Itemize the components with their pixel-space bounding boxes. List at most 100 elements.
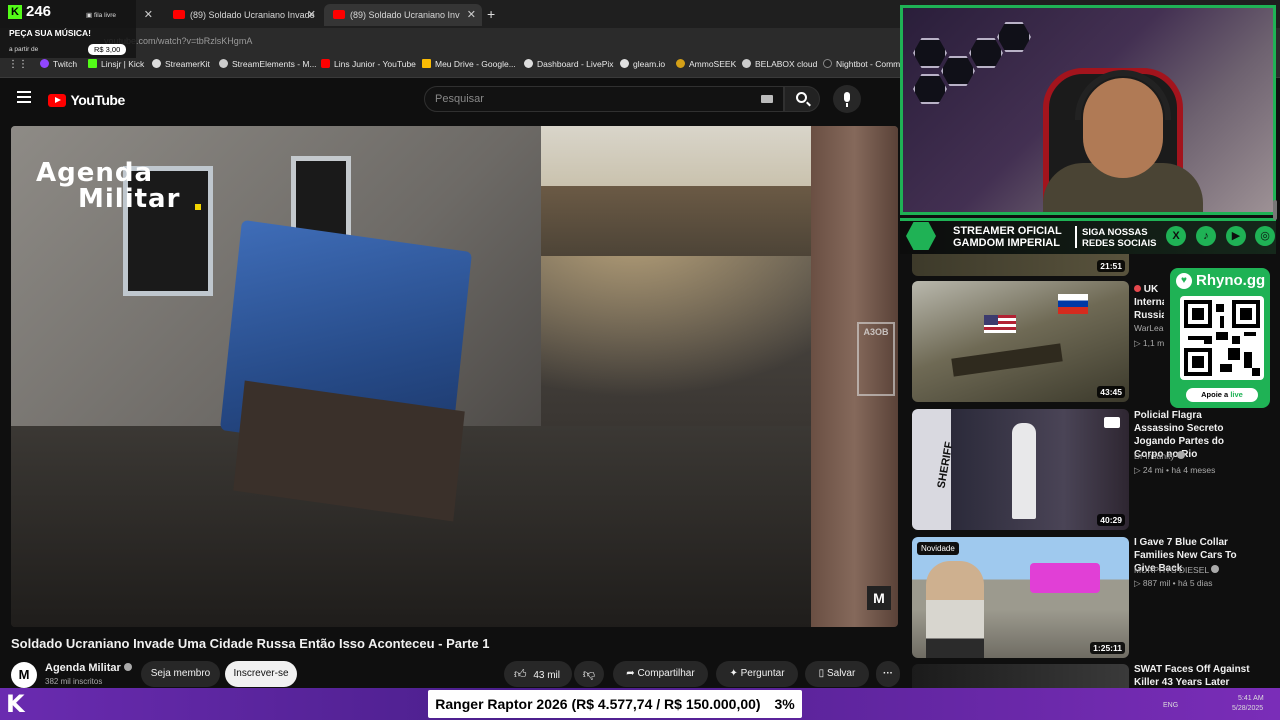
search-input[interactable]: Pesquisar <box>424 86 784 112</box>
channel-avatar[interactable]: M <box>11 662 37 688</box>
verified-icon <box>123 663 132 671</box>
bookmark-label: BELABOX cloud <box>755 59 818 69</box>
bookmark-kick[interactable]: Linsjr | Kick <box>88 59 144 69</box>
close-tab-icon[interactable]: ✕ <box>144 4 153 26</box>
search-button[interactable] <box>784 86 820 112</box>
voice-search-button[interactable] <box>833 85 861 113</box>
us-flag-icon <box>984 315 1016 333</box>
bookmark-drive[interactable]: Meu Drive - Google... <box>422 59 516 69</box>
tab-label: (89) Soldado Ucraniano Invade <box>190 10 315 20</box>
bookmark-belabox[interactable]: BELABOX cloud <box>742 59 817 69</box>
bookmark-label: gleam.io <box>633 59 666 69</box>
tiktok-social-icon: ♪ <box>1196 226 1216 246</box>
yellow-dot <box>195 204 201 210</box>
related-channel[interactable]: WarLea <box>1134 323 1164 333</box>
more-actions-button[interactable]: ··· <box>876 661 900 687</box>
related-thumbnail[interactable]: SHERIFF 40:29 <box>912 409 1129 530</box>
keyboard-icon[interactable] <box>761 95 773 103</box>
bookmark-nightbot[interactable]: Nightbot - Comm <box>823 59 900 69</box>
related-channel[interactable]: Dr Insanity <box>1134 451 1185 461</box>
bookmark-ammoseek[interactable]: AmmoSEEK <box>676 59 736 69</box>
google-drive-icon <box>422 59 431 68</box>
video-title: Soldado Ucraniano Invade Uma Cidade Russ… <box>11 636 490 651</box>
bookmark-gleam[interactable]: gleam.io <box>620 59 665 69</box>
banner-follow2: REDES SOCIAIS <box>1082 238 1157 249</box>
qr-code[interactable] <box>1180 296 1264 380</box>
streamelements-icon <box>219 59 228 68</box>
bookmark-twitch[interactable]: Twitch <box>40 59 77 69</box>
streamer-webcam <box>900 5 1276 215</box>
duration-badge: 40:29 <box>1097 514 1125 526</box>
related-thumbnail[interactable]: 43:45 <box>912 281 1129 402</box>
viewer-count: 246 <box>26 3 52 20</box>
hex-shelf <box>913 74 947 104</box>
close-tab-icon[interactable]: ✕ <box>467 4 476 26</box>
apps-grid-icon[interactable]: ⋮⋮ <box>8 59 28 70</box>
subscribe-button[interactable]: Inscrever-se <box>225 661 297 687</box>
banner-line2: GAMDOM IMPERIAL <box>953 237 1060 249</box>
related-thumbnail[interactable]: 21:51 <box>912 254 1129 276</box>
like-count: 43 mil <box>533 670 561 681</box>
browser-tab-active[interactable]: (89) Soldado Ucraniano Inv ✕ <box>324 4 482 26</box>
instagram-social-icon: ◎ <box>1255 226 1275 246</box>
related-channel[interactable]: MURPHYS DIESEL <box>1134 565 1220 575</box>
heart-icon: ♥ <box>1176 273 1192 289</box>
hex-shelf <box>969 38 1003 68</box>
banner-divider <box>1075 226 1077 248</box>
bookmark-label: Nightbot - Comm <box>836 59 901 69</box>
livepix-icon <box>524 59 533 68</box>
dislike-button[interactable]: 👎︎ <box>574 661 604 687</box>
menu-hamburger-icon[interactable] <box>17 91 31 103</box>
fila-label: fila livre <box>93 12 116 19</box>
join-button[interactable]: Seja membro <box>141 661 220 687</box>
browser-tab-2[interactable]: (89) Soldado Ucraniano Invade ✕ <box>164 4 322 26</box>
bookmark-label: Dashboard - LivePix <box>537 59 614 69</box>
channel-name[interactable]: Agenda Militar <box>45 662 132 674</box>
cta-word: live <box>1230 390 1243 399</box>
video-player[interactable]: Agenda Militar A3OB M <box>11 126 898 627</box>
related-thumbnail[interactable]: Novidade 1:25:11 <box>912 537 1129 658</box>
nightbot-icon <box>823 59 832 68</box>
related-thumbnail[interactable] <box>912 664 1129 688</box>
live-dot-icon <box>1134 285 1141 292</box>
verified-icon <box>1211 565 1220 573</box>
save-button[interactable]: ▯ Salvar <box>805 661 869 687</box>
bookmark-streamerkit[interactable]: StreamerKit <box>152 59 210 69</box>
kick-icon <box>88 59 97 68</box>
bookmark-icon: ▯ <box>818 668 825 679</box>
hex-shelf <box>913 38 947 68</box>
banner-line1: STREAMER OFICIAL <box>953 225 1062 237</box>
like-button[interactable]: 👍︎ 43 mil <box>504 661 572 687</box>
share-button[interactable]: ➦ Compartilhar <box>613 661 708 687</box>
youtube-play-icon <box>48 94 66 107</box>
bearded-man-figure <box>926 561 984 658</box>
ask-button[interactable]: ✦ Perguntar <box>716 661 798 687</box>
thumbs-up-icon: 👍︎ <box>514 667 527 681</box>
clock-time[interactable]: 5:41 AM <box>1238 695 1264 702</box>
related-title[interactable]: SWAT Faces Off Against Killer 43 Years L… <box>1134 663 1254 689</box>
related-title[interactable]: UK Interna Russia <box>1134 283 1164 322</box>
bookmark-livepix[interactable]: Dashboard - LivePix <box>524 59 614 69</box>
fila-badge: ▣ fila livre <box>86 12 116 19</box>
duration-badge: 43:45 <box>1097 386 1125 398</box>
bookmark-streamelements[interactable]: StreamElements - M... <box>219 59 317 69</box>
page-scrollbar[interactable] <box>1273 200 1277 220</box>
sheriff-car-text: SHERIFF <box>935 440 956 490</box>
bookmark-label: StreamElements - M... <box>232 59 317 69</box>
close-tab-icon[interactable]: ✕ <box>307 4 316 26</box>
duration-badge: 21:51 <box>1097 260 1125 272</box>
language-indicator[interactable]: ENG <box>1163 702 1178 709</box>
pink-truck-shape <box>1030 563 1100 593</box>
channel-watermark-icon: M <box>867 586 891 610</box>
clock-date[interactable]: 5/28/2025 <box>1232 705 1263 712</box>
related-meta: ▷ 887 mil • há 5 dias <box>1134 578 1213 588</box>
youtube-favicon-icon <box>173 10 185 19</box>
new-tab-button[interactable]: + <box>487 6 495 22</box>
related-meta-text: 24 mi • há 4 meses <box>1142 465 1216 475</box>
bookmark-lins-youtube[interactable]: Lins Junior - YouTube <box>321 59 416 69</box>
related-channel-text: Dr Insanity <box>1134 451 1175 461</box>
youtube-logo[interactable]: YouTube <box>48 92 125 108</box>
browser-tab-1[interactable]: ✕ <box>136 4 160 26</box>
banner-follow1: SIGA NOSSAS <box>1082 227 1148 238</box>
x-social-icon: X <box>1166 226 1186 246</box>
